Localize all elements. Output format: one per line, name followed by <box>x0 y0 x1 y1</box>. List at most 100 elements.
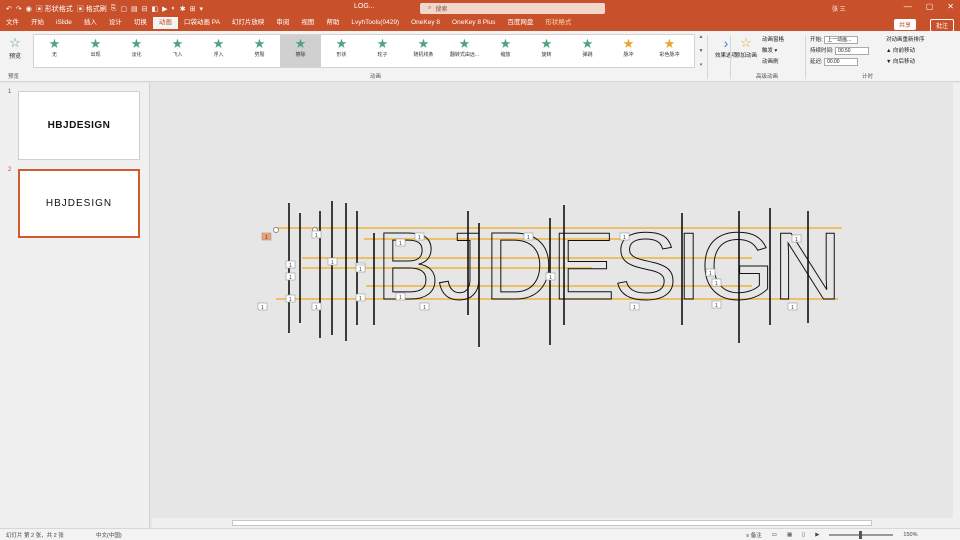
play-icon[interactable]: ▶ <box>162 5 167 13</box>
gallery-scroll[interactable]: ▲ ▼ ▾ <box>697 34 705 68</box>
layout-icon[interactable]: ◧ <box>152 5 159 13</box>
animation-order-tag[interactable]: 1 <box>414 232 425 241</box>
tab-6[interactable]: 动画 <box>152 17 178 31</box>
animation-order-tag[interactable]: 1 <box>257 302 268 311</box>
tab-3[interactable]: 插入 <box>78 17 103 31</box>
animation-order-tag[interactable]: 1 <box>285 294 296 303</box>
animation-painter-button[interactable]: 动画刷 <box>762 57 784 68</box>
zoom-level[interactable]: 150% <box>903 532 917 538</box>
zoom-slider-thumb[interactable] <box>859 531 863 539</box>
animation-order-tag[interactable]: 1 <box>791 234 802 243</box>
animation-effect-11[interactable]: ★ 缩放 <box>485 35 526 67</box>
minus-box-icon[interactable]: ⊟ <box>142 5 148 13</box>
animation-effect-1[interactable]: ★ 出现 <box>75 35 116 67</box>
animation-order-tag[interactable]: 1 <box>419 302 430 311</box>
tab-1[interactable]: 开始 <box>25 17 50 31</box>
copy-icon[interactable]: ⎘ <box>111 5 117 13</box>
add-animation-button[interactable]: ☆ 添加动画 <box>732 35 760 59</box>
rectangle-icon[interactable]: ▢ <box>120 5 127 13</box>
start-select[interactable]: 上一动画... <box>824 35 859 44</box>
animation-order-tag[interactable]: 1 <box>787 302 798 311</box>
share-button[interactable]: 共享 <box>893 19 916 30</box>
tab-0[interactable]: 文件 <box>0 17 25 31</box>
animation-order-tag[interactable]: 1 <box>285 260 296 269</box>
animation-effect-15[interactable]: ★ 彩色脉冲 <box>649 35 690 67</box>
animation-effect-9[interactable]: ★ 随机线条 <box>403 35 444 67</box>
zoom-slider[interactable] <box>829 531 894 539</box>
tab-12[interactable]: LvyhTools(0429) <box>345 17 405 31</box>
chevron-up-icon[interactable]: ▲ <box>699 34 704 40</box>
animation-order-tag[interactable]: 1 <box>311 302 322 311</box>
format-painter-button[interactable]: ▣ 格式刷 <box>77 4 107 14</box>
animation-effect-10[interactable]: ★ 翻转式由远... <box>444 35 485 67</box>
animation-order-tag[interactable]: 1 <box>395 238 406 247</box>
maximize-icon[interactable]: ▢ <box>926 2 934 11</box>
minimize-icon[interactable]: — <box>904 2 912 11</box>
animation-effect-6[interactable]: ★ 擦除 <box>280 35 321 67</box>
tab-4[interactable]: 设计 <box>103 17 128 31</box>
tab-15[interactable]: 百度网盘 <box>501 17 539 31</box>
slideshow-icon[interactable]: ▶ <box>815 532 819 538</box>
animation-effect-13[interactable]: ★ 弹跳 <box>567 35 608 67</box>
scroll-thumb[interactable] <box>232 520 872 526</box>
slide-canvas[interactable]: BJDESIGN 111111111111111111111111 <box>152 83 953 518</box>
notes-button[interactable]: ≡ 备注 <box>746 531 762 539</box>
animation-effect-12[interactable]: ★ 旋转 <box>526 35 567 67</box>
animation-effect-4[interactable]: ★ 浮入 <box>198 35 239 67</box>
animation-order-tag[interactable]: 1 <box>705 268 716 277</box>
undo-icon[interactable]: ↶ <box>6 5 12 13</box>
tab-10[interactable]: 视图 <box>295 17 320 31</box>
vertical-scrollbar[interactable] <box>953 83 960 528</box>
tab-7[interactable]: 口袋动画 PA <box>178 17 226 31</box>
animation-order-tag[interactable]: 1 <box>355 293 366 302</box>
animation-effect-2[interactable]: ★ 淡化 <box>116 35 157 67</box>
animation-effect-0[interactable]: ★ 无 <box>34 35 75 67</box>
tab-14[interactable]: OneKey 8 Plus <box>446 17 501 31</box>
animation-pane-button[interactable]: 动画窗格 <box>762 35 784 46</box>
animation-order-tag[interactable]: 1 <box>711 300 722 309</box>
record-icon[interactable]: ◉ <box>26 5 32 13</box>
animation-order-tag[interactable]: 1 <box>285 272 296 281</box>
animation-order-tag[interactable]: 1 <box>395 292 406 301</box>
animation-order-tag[interactable]: 1 <box>327 257 338 266</box>
close-icon[interactable]: ✕ <box>947 2 954 11</box>
animation-effect-5[interactable]: ★ 劈裂 <box>239 35 280 67</box>
animation-effect-7[interactable]: ★ 形状 <box>321 35 362 67</box>
language-status[interactable]: 中文(中国) <box>96 531 122 539</box>
customize-qat-icon[interactable]: ▾ <box>200 5 204 13</box>
grid-icon[interactable]: ⊞ <box>190 5 196 13</box>
tab-11[interactable]: 帮助 <box>320 17 345 31</box>
slide-sorter-icon[interactable]: ▦ <box>787 532 792 538</box>
tab-2[interactable]: iSlide <box>50 17 78 31</box>
animation-effect-14[interactable]: ★ 脉冲 <box>608 35 649 67</box>
duration-input[interactable]: 00.50 <box>835 46 870 55</box>
slide-thumbnail-2[interactable]: HBJDESIGN <box>18 169 140 238</box>
shape-format-button[interactable]: ▣ 形状格式 <box>36 4 73 14</box>
move-earlier-button[interactable]: ▲ 向前移动 <box>886 46 925 57</box>
animation-order-tag[interactable]: 1 <box>619 232 630 241</box>
animation-order-tag[interactable]: 1 <box>523 232 534 241</box>
horizontal-scrollbar[interactable] <box>152 518 953 528</box>
slide-thumbnail-1[interactable]: HBJDESIGN <box>18 91 140 160</box>
expand-icon[interactable]: ▾ <box>700 62 703 68</box>
chevron-down-icon[interactable]: ▼ <box>699 48 704 54</box>
tab-16[interactable]: 形状格式 <box>539 17 577 31</box>
animation-order-tag[interactable]: 1 <box>711 278 722 287</box>
tab-13[interactable]: OneKey 8 <box>405 17 446 31</box>
move-later-button[interactable]: ▼ 向后移动 <box>886 57 925 68</box>
slide-editing-area[interactable]: BJDESIGN 111111111111111111111111 <box>152 83 953 518</box>
tab-5[interactable]: 切换 <box>128 17 153 31</box>
reading-view-icon[interactable]: ▯ <box>802 532 805 538</box>
preview-button[interactable]: ☆ 预览 <box>4 35 26 60</box>
trigger-button[interactable]: 触发 ▾ <box>762 46 784 57</box>
animation-effect-8[interactable]: ★ 轮子 <box>362 35 403 67</box>
animation-order-tag[interactable]: 1 <box>629 302 640 311</box>
table-icon[interactable]: ▤ <box>131 5 138 13</box>
animation-effect-3[interactable]: ★ 飞入 <box>157 35 198 67</box>
sparkle-icon[interactable]: ✱ <box>180 5 186 13</box>
search-input[interactable]: ⌕ 搜索 <box>420 3 605 14</box>
delay-input[interactable]: 00.00 <box>824 57 859 66</box>
tab-9[interactable]: 审阅 <box>270 17 295 31</box>
animation-order-tag[interactable]: 1 <box>311 230 322 239</box>
normal-view-icon[interactable]: ▭ <box>772 532 777 538</box>
